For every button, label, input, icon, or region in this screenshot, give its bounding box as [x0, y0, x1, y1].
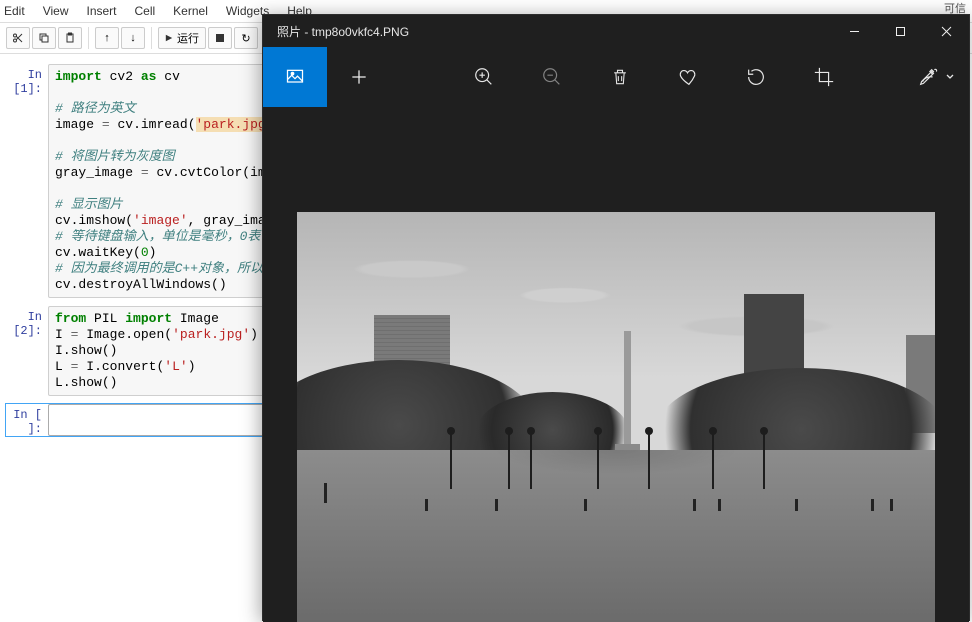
photos-window: 照片 - tmp8o0vkfc4.PNG	[262, 14, 970, 621]
cell-prompt: In [ ]:	[6, 404, 48, 436]
menu-kernel[interactable]: Kernel	[173, 4, 208, 18]
menu-insert[interactable]: Insert	[86, 4, 116, 18]
rotate-icon[interactable]	[744, 65, 768, 89]
photos-stage[interactable]	[263, 107, 969, 622]
cell-prompt: In [2]:	[6, 306, 48, 396]
run-button[interactable]: 运行	[158, 27, 206, 49]
stop-button[interactable]	[208, 27, 232, 49]
photos-view-tab[interactable]	[263, 47, 327, 107]
cut-button[interactable]	[6, 27, 30, 49]
zoom-in-icon[interactable]	[472, 65, 496, 89]
menu-cell[interactable]: Cell	[135, 4, 156, 18]
cell-prompt: In [1]:	[6, 64, 48, 298]
menu-edit[interactable]: Edit	[4, 4, 25, 18]
run-label: 运行	[177, 30, 199, 46]
photos-title: 照片 - tmp8o0vkfc4.PNG	[263, 23, 409, 40]
photos-toolbar	[263, 47, 969, 107]
close-button[interactable]	[923, 15, 969, 47]
favorite-icon[interactable]	[676, 65, 700, 89]
move-down-button[interactable]: ↓	[121, 27, 145, 49]
photos-add-button[interactable]	[327, 47, 391, 107]
crop-icon[interactable]	[812, 65, 836, 89]
copy-button[interactable]	[32, 27, 56, 49]
paste-button[interactable]	[58, 27, 82, 49]
restart-button[interactable]: ↻	[234, 27, 258, 49]
photos-titlebar: 照片 - tmp8o0vkfc4.PNG	[263, 15, 969, 47]
photo-image	[297, 212, 935, 622]
maximize-button[interactable]	[877, 15, 923, 47]
menu-view[interactable]: View	[43, 4, 69, 18]
zoom-out-icon[interactable]	[540, 65, 564, 89]
move-up-button[interactable]: ↑	[95, 27, 119, 49]
delete-icon[interactable]	[608, 65, 632, 89]
edit-menu[interactable]	[917, 66, 969, 88]
minimize-button[interactable]	[831, 15, 877, 47]
